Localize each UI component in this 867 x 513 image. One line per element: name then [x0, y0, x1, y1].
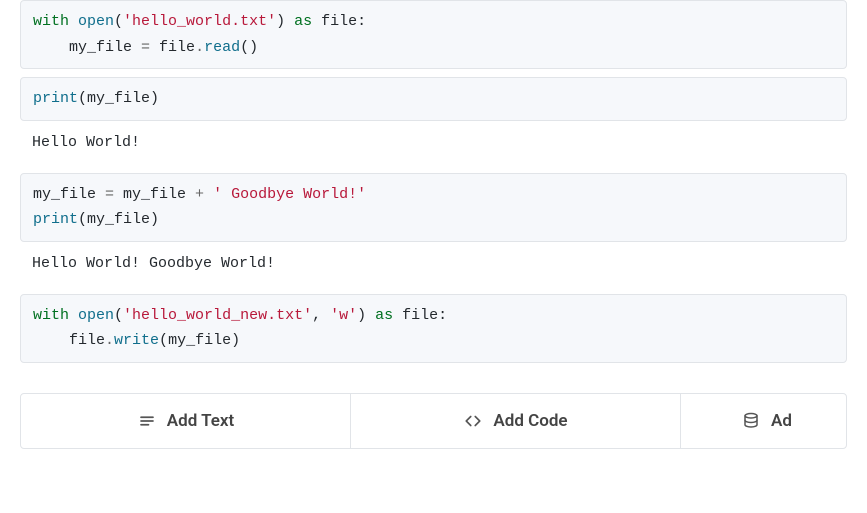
code-token: open [78, 307, 114, 324]
code-token: () [240, 39, 258, 56]
code-token: = [105, 186, 114, 203]
code-token: ) [276, 13, 285, 30]
code-token: ) [150, 211, 159, 228]
code-token: my_file [87, 211, 150, 228]
code-token: file [402, 307, 438, 324]
code-token: ( [114, 13, 123, 30]
code-token: = [141, 39, 150, 56]
database-icon [741, 411, 761, 431]
code-token: 'hello_world_new.txt' [123, 307, 312, 324]
code-token: my_file [33, 39, 141, 56]
code-token: ( [78, 90, 87, 107]
text-lines-icon [137, 411, 157, 431]
add-text-label: Add Text [167, 411, 234, 431]
toolbar: Add Text Add Code Ad [20, 393, 847, 449]
code-input[interactable]: with open('hello_world.txt') as file: my… [20, 0, 847, 69]
notebook-cell: with open('hello_world.txt') as file: my… [20, 0, 847, 69]
code-token: as [285, 13, 321, 30]
code-token: print [33, 90, 78, 107]
code-token: file [33, 332, 105, 349]
code-token: with [33, 13, 78, 30]
code-icon [463, 411, 483, 431]
code-token: . [195, 39, 204, 56]
add-code-label: Add Code [493, 411, 567, 431]
code-token: my_file [168, 332, 231, 349]
code-token: as [366, 307, 402, 324]
add-data-button[interactable]: Ad [681, 394, 846, 448]
code-token: read [204, 39, 240, 56]
code-input[interactable]: print(my_file) [20, 77, 847, 121]
code-token: ) [231, 332, 240, 349]
code-input[interactable]: my_file = my_file + ' Goodbye World!' pr… [20, 173, 847, 242]
add-code-button[interactable]: Add Code [351, 394, 681, 448]
code-token: 'w' [330, 307, 357, 324]
code-token: my_file [114, 186, 195, 203]
code-token: + [195, 186, 204, 203]
code-token: file [321, 13, 357, 30]
code-token: file [150, 39, 195, 56]
code-token: ) [150, 90, 159, 107]
code-token: my_file [87, 90, 150, 107]
code-token: my_file [33, 186, 105, 203]
code-token: ( [78, 211, 87, 228]
notebook-cell: with open('hello_world_new.txt', 'w') as… [20, 294, 847, 363]
code-token: ' Goodbye World!' [204, 186, 366, 203]
add-text-button[interactable]: Add Text [21, 394, 351, 448]
add-data-label: Ad [771, 411, 792, 431]
notebook-cell: my_file = my_file + ' Goodbye World!' pr… [20, 173, 847, 286]
code-token: write [114, 332, 159, 349]
code-token: ( [159, 332, 168, 349]
code-token: , [312, 307, 330, 324]
code-token: print [33, 211, 78, 228]
code-token: ) [357, 307, 366, 324]
code-token: : [438, 307, 447, 324]
code-output: Hello World! [20, 121, 847, 165]
notebook: with open('hello_world.txt') as file: my… [0, 0, 867, 363]
code-token: ( [114, 307, 123, 324]
code-token: open [78, 13, 114, 30]
code-input[interactable]: with open('hello_world_new.txt', 'w') as… [20, 294, 847, 363]
code-token: with [33, 307, 78, 324]
notebook-cell: print(my_file)Hello World! [20, 77, 847, 165]
code-token: . [105, 332, 114, 349]
code-output: Hello World! Goodbye World! [20, 242, 847, 286]
code-token: : [357, 13, 366, 30]
code-token: 'hello_world.txt' [123, 13, 276, 30]
